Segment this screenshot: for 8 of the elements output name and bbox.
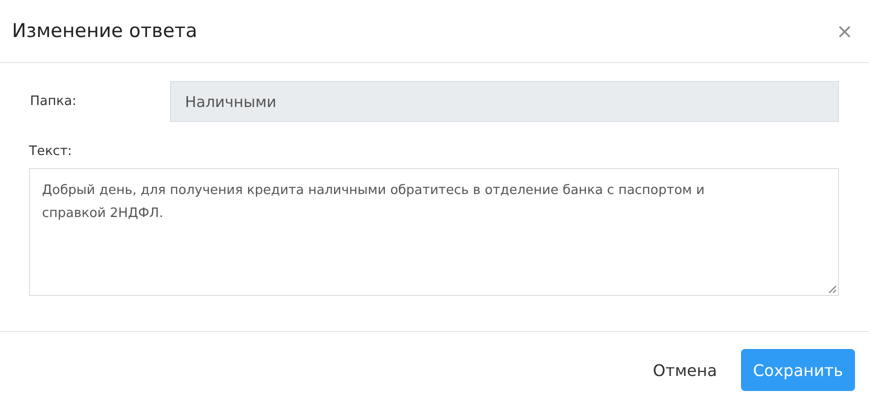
dialog-title: Изменение ответа <box>12 20 198 42</box>
field-label: Текст: <box>29 144 73 159</box>
close-button[interactable]: × <box>832 21 857 41</box>
field-label: Папка: <box>29 94 78 109</box>
resize-grip-icon[interactable] <box>828 285 836 293</box>
text-field[interactable]: Добрый день, для получения кредита наличными обратитесь в отделение банка с паспортом и справкой 2НДФЛ. <box>29 168 839 296</box>
field-text: Добрый день, для получения кредита наличными обратитесь в отделение банка с паспортом и справкой 2НДФЛ. <box>42 183 705 221</box>
folder-field: Наличными <box>170 81 839 122</box>
